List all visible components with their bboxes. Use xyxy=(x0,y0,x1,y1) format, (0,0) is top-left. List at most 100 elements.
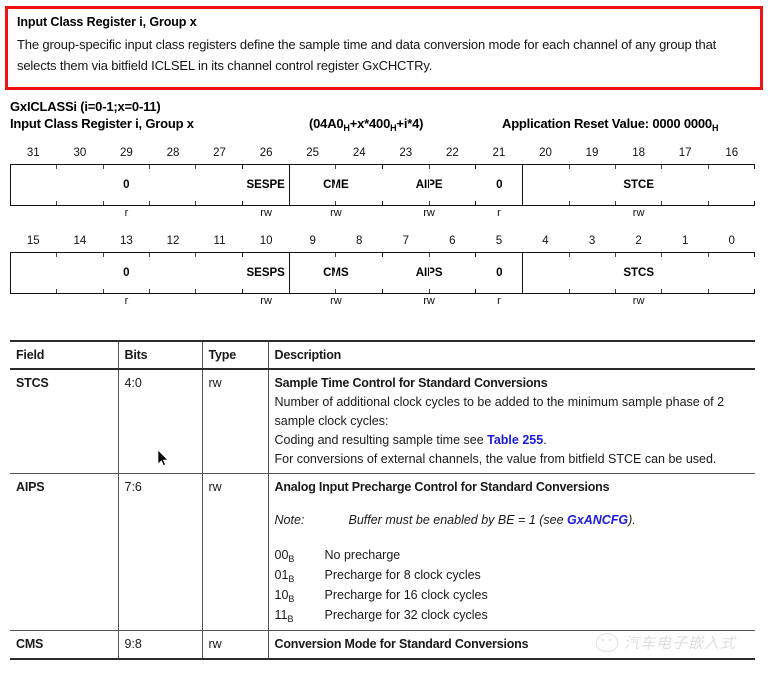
table-row: AIPS 7:6 rw Analog Input Precharge Contr… xyxy=(10,473,755,631)
col-header-description: Description xyxy=(268,340,755,370)
highlight-callout-box: Input Class Register i, Group x The grou… xyxy=(5,6,763,90)
bit-diagram-lower-halfword: 15 14 13 12 11 10 9 8 7 6 5 4 3 2 1 0 0 SESPS CMS AIPS 0 STC… xyxy=(10,234,756,310)
bit-field-access: rw xyxy=(330,295,342,307)
address-mid-sub: H xyxy=(390,123,397,133)
bit-field-access: r xyxy=(124,295,129,307)
field-type-cell: rw xyxy=(202,630,269,660)
encoding-base-sub: B xyxy=(288,574,295,584)
bit-field-label: STCS xyxy=(623,267,655,279)
encoding-base-sub: B xyxy=(287,614,294,624)
description-paragraph: Number of additional clock cycles to be … xyxy=(274,395,725,428)
field-name-cell: AIPS xyxy=(10,473,119,631)
bit-field-label: SESPS xyxy=(246,267,285,279)
encoding-description: Precharge for 8 clock cycles xyxy=(324,568,481,582)
bit-number: 25 xyxy=(306,147,320,159)
bit-number: 6 xyxy=(449,235,456,247)
reset-sub: H xyxy=(711,123,719,133)
description-external-note: For conversions of external channels, th… xyxy=(274,452,717,466)
table-ref-suffix: . xyxy=(543,433,547,447)
encoding-line: 01B Precharge for 8 clock cycles xyxy=(275,566,750,586)
bit-field-cell: SESPE xyxy=(243,165,290,205)
field-description-cell: Sample Time Control for Standard Convers… xyxy=(268,369,755,474)
address-prefix: (04A0 xyxy=(309,116,344,131)
table-row: STCS 4:0 rw Sample Time Control for Stan… xyxy=(10,369,755,474)
bit-number: 3 xyxy=(588,235,596,247)
encoding-value: 11B xyxy=(274,608,294,624)
bit-field-access: rw xyxy=(632,295,645,307)
bit-access-row-lower: r rw rw rw r rw xyxy=(10,294,755,310)
register-heading-line2: Input Class Register i, Group x (04A0H+x… xyxy=(10,115,770,134)
bit-field-access: r xyxy=(124,207,129,219)
field-type-cell: rw xyxy=(202,473,269,631)
bit-number: 31 xyxy=(26,147,40,159)
bit-field-cell: CMS xyxy=(290,253,383,293)
bit-field-cell: SESPS xyxy=(243,253,290,293)
bit-number: 18 xyxy=(632,147,645,159)
bit-access-row-upper: r rw rw rw r rw xyxy=(10,206,755,222)
encoding-value: 00B xyxy=(274,548,295,564)
encoding-description: Precharge for 16 clock cycles xyxy=(324,588,488,602)
address-prefix-sub: H xyxy=(343,123,350,133)
bit-number: 10 xyxy=(259,235,273,247)
bit-field-label: STCE xyxy=(623,179,655,191)
col-header-bits: Bits xyxy=(118,340,203,370)
field-description-table: Field Bits Type Description STCS 4:0 rw … xyxy=(10,340,755,660)
address-suffix: +i*4) xyxy=(396,116,424,131)
description-title: Analog Input Precharge Control for Stand… xyxy=(274,480,610,494)
bit-number: 21 xyxy=(492,147,506,159)
register-identifier: GxICLASSi (i=0-1;x=0-11) xyxy=(10,99,161,114)
bit-field-cell: 0 xyxy=(11,253,243,293)
bit-field-label: 0 xyxy=(496,179,503,191)
bit-number: 2 xyxy=(635,235,642,247)
bit-number: 0 xyxy=(728,235,735,247)
description-note: Note: Buffer must be enabled by BE = 1 (… xyxy=(275,511,750,530)
table-ref-prefix: Coding and resulting sample time see xyxy=(274,433,488,447)
bit-number: 19 xyxy=(585,147,599,159)
description-title: Sample Time Control for Standard Convers… xyxy=(274,376,548,390)
bit-field-label: AIPS xyxy=(415,267,443,279)
encoding-line: 00B No precharge xyxy=(275,546,750,566)
field-bits-cell: 7:6 xyxy=(118,473,203,631)
note-text: Buffer must be enabled by BE = 1 (see Gx… xyxy=(349,511,750,530)
bit-number: 13 xyxy=(120,235,133,247)
bit-number: 23 xyxy=(399,147,413,159)
bit-field-label: 0 xyxy=(123,267,130,279)
encoding-base-sub: B xyxy=(288,554,295,564)
note-suffix: ). xyxy=(628,513,636,527)
bit-field-access: rw xyxy=(260,207,272,219)
bit-number: 28 xyxy=(166,147,180,159)
bit-number: 9 xyxy=(309,235,316,247)
bit-number: 4 xyxy=(542,235,549,247)
bit-field-label: AIPE xyxy=(415,179,443,191)
bit-field-row-lower: 0 SESPS CMS AIPS 0 STCS xyxy=(10,252,756,294)
bit-field-cell: CME xyxy=(290,165,383,205)
field-bits-cell: 9:8 xyxy=(118,630,203,660)
callout-title: Input Class Register i, Group x xyxy=(17,15,197,29)
bit-number: 7 xyxy=(402,235,409,247)
encoding-value: 10B xyxy=(274,588,295,604)
gxancfg-link[interactable]: GxANCFG xyxy=(567,513,628,527)
bit-number: 14 xyxy=(73,235,87,247)
table-255-link[interactable]: Table 255 xyxy=(487,433,543,447)
bit-field-access: r xyxy=(497,207,501,219)
address-mid: +x*400 xyxy=(349,116,391,131)
bit-field-cell: 0 xyxy=(476,253,524,293)
field-description-cell: Analog Input Precharge Control for Stand… xyxy=(268,473,755,631)
note-prefix: Buffer must be enabled by BE = 1 (see xyxy=(348,513,568,527)
bit-number: 16 xyxy=(725,147,739,159)
bit-field-label: CME xyxy=(323,179,349,191)
bit-field-cell: AIPS xyxy=(383,253,477,293)
col-header-type: Type xyxy=(202,340,269,370)
bit-field-label: SESPE xyxy=(246,179,285,191)
col-header-field: Field xyxy=(10,340,119,370)
bit-field-label: 0 xyxy=(496,267,503,279)
bit-number: 27 xyxy=(213,147,226,159)
bit-field-cell: STCS xyxy=(523,253,756,293)
bit-number: 5 xyxy=(495,235,503,247)
bit-number: 8 xyxy=(356,235,363,247)
bit-field-row-upper: 0 SESPE CME AIPE 0 STCE xyxy=(10,164,756,206)
encoding-line: 10B Precharge for 16 clock cycles xyxy=(275,586,750,606)
bit-number: 17 xyxy=(678,147,692,159)
register-reset-value: Application Reset Value: 0000 0000H xyxy=(502,115,718,134)
bit-number: 22 xyxy=(445,147,459,159)
